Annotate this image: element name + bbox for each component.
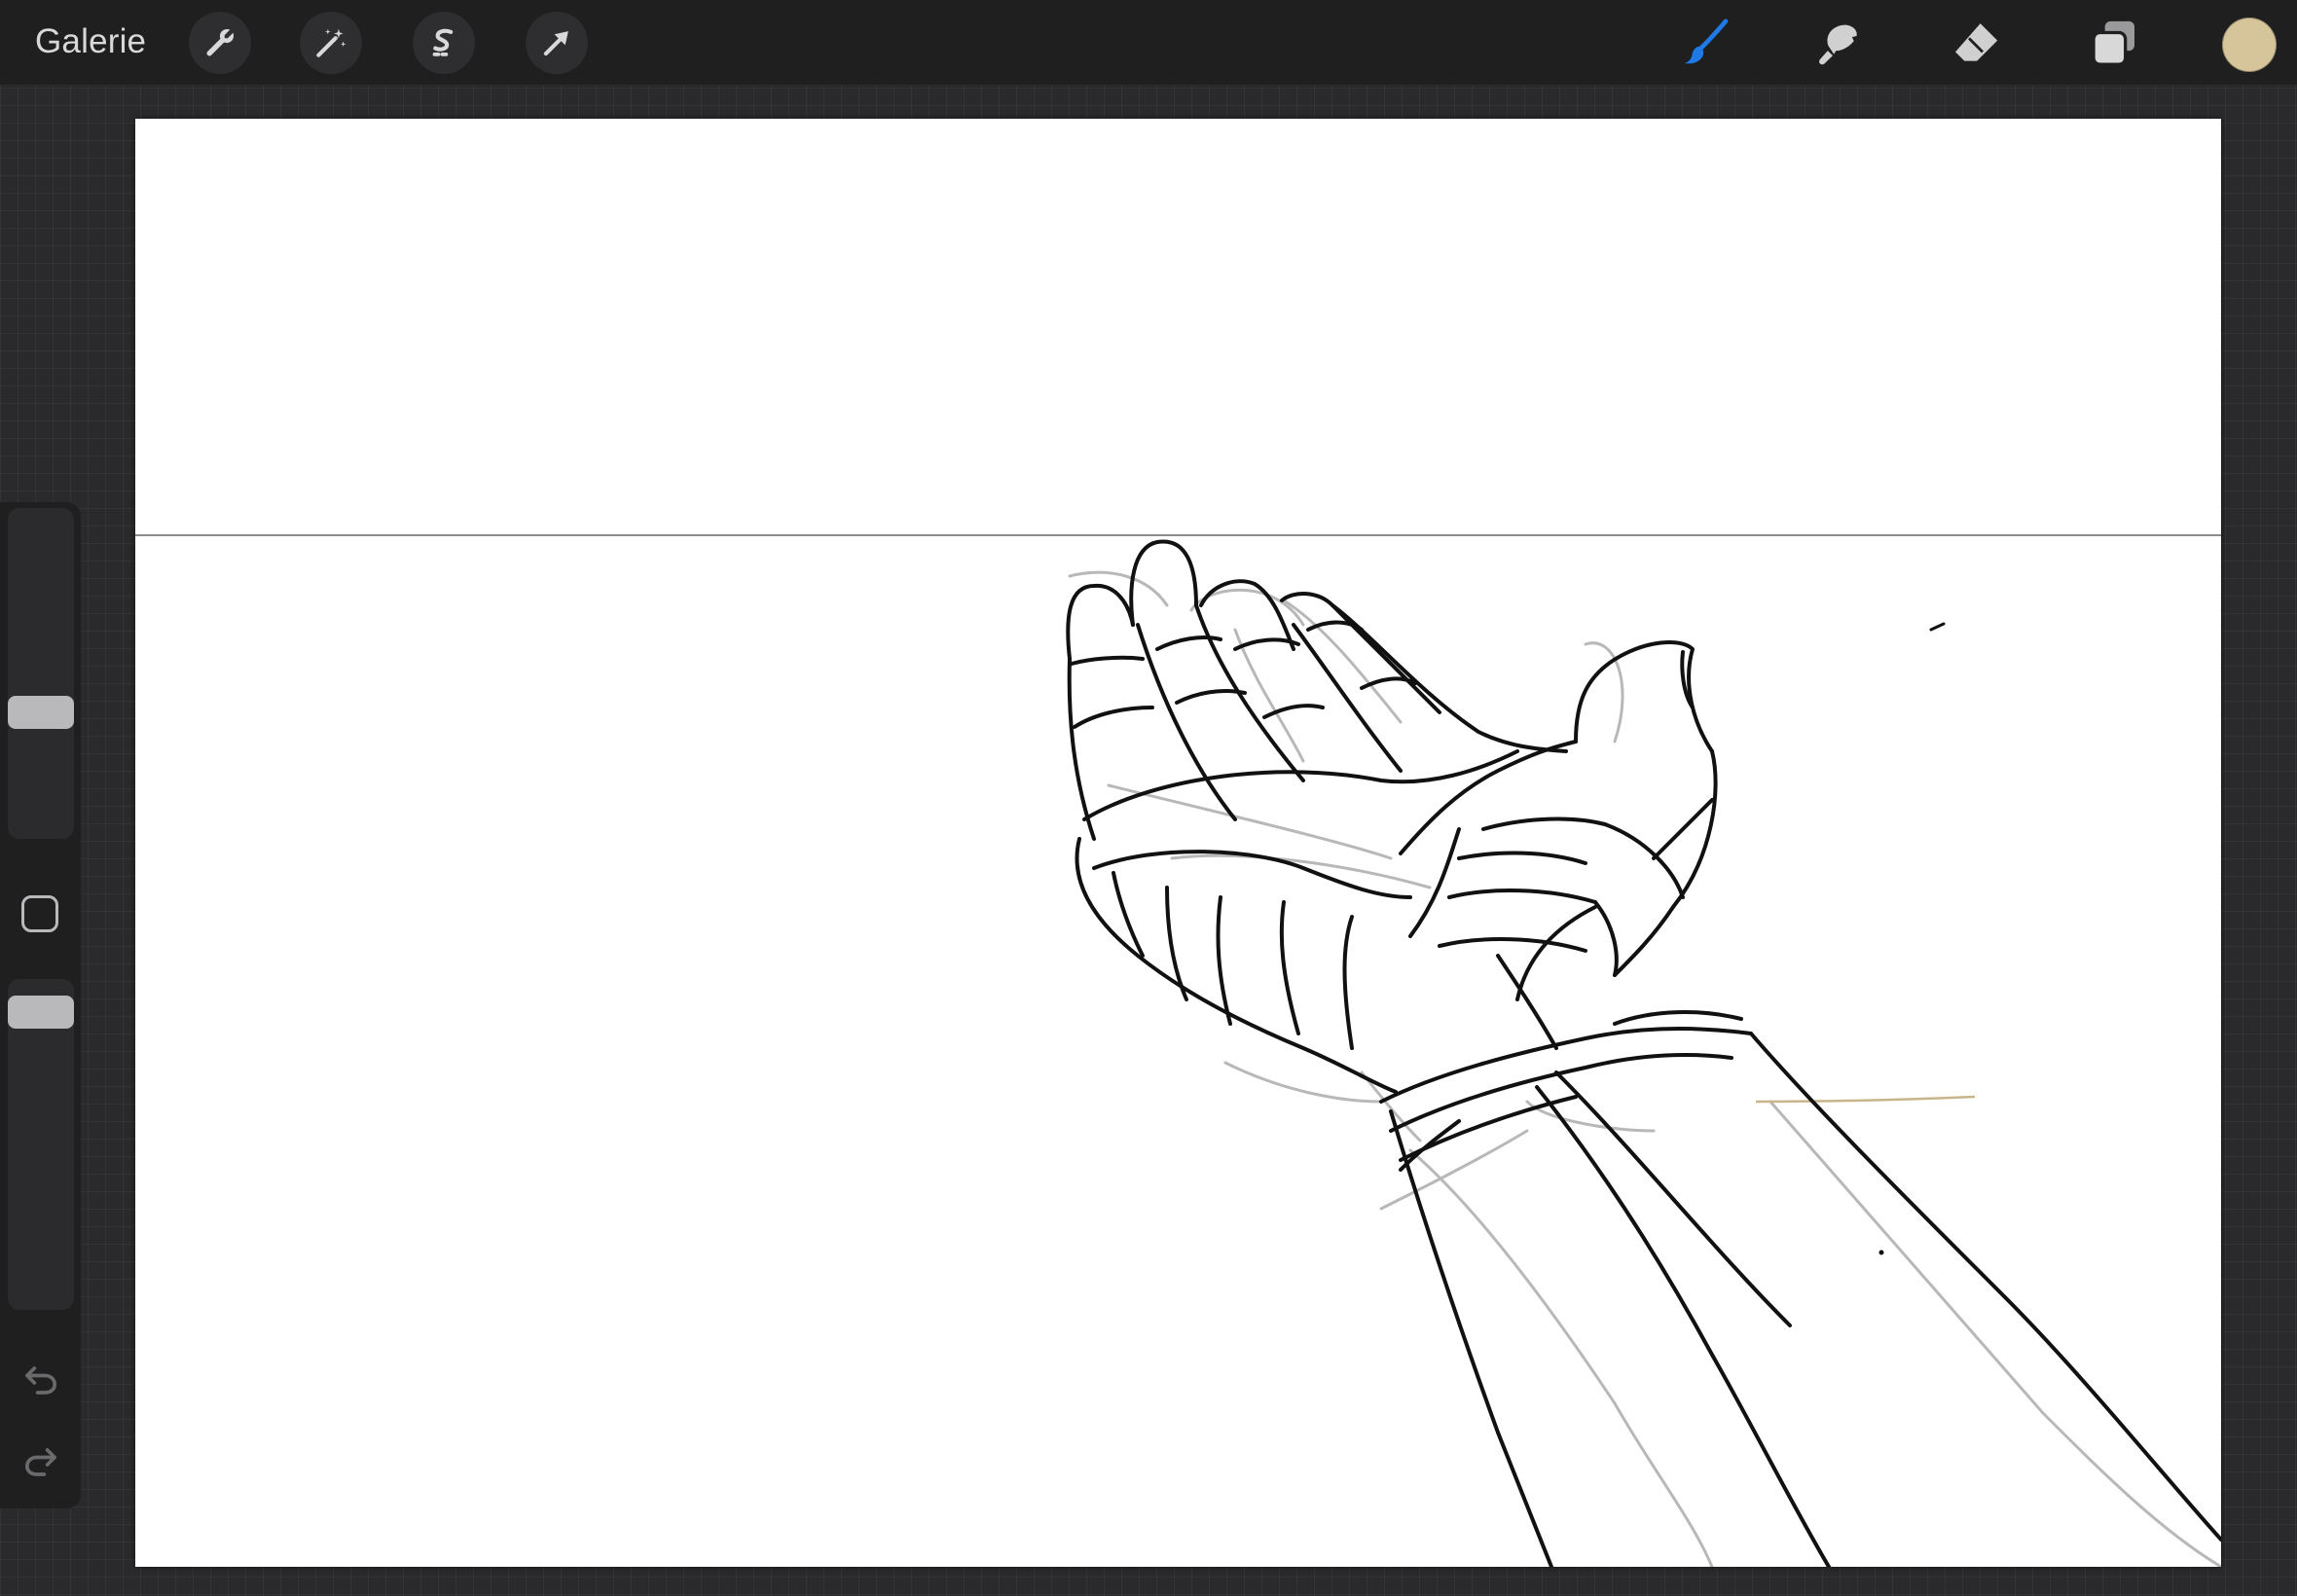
smudge-icon xyxy=(1819,24,1857,65)
top-toolbar: Galerie xyxy=(0,0,2297,85)
brush-size-thumb[interactable] xyxy=(8,696,74,729)
layers-icon xyxy=(2092,20,2134,66)
wrench-icon xyxy=(206,28,235,56)
smudge-tool-button[interactable] xyxy=(1808,12,1871,74)
modify-square-icon[interactable] xyxy=(21,895,58,932)
color-picker-button[interactable] xyxy=(2222,18,2277,72)
selection-button[interactable] xyxy=(413,12,475,74)
brush-icon xyxy=(1685,18,1729,64)
opacity-slider[interactable] xyxy=(8,979,74,1310)
eraser-tool-button[interactable] xyxy=(1945,12,2007,74)
redo-button[interactable] xyxy=(18,1436,64,1483)
brush-size-slider[interactable] xyxy=(8,508,74,839)
undo-icon xyxy=(25,1366,57,1395)
transform-button[interactable] xyxy=(526,12,588,74)
gallery-button[interactable]: Galerie xyxy=(35,18,146,66)
adjustments-button[interactable] xyxy=(300,12,362,74)
brush-tool-button[interactable] xyxy=(1674,12,1736,74)
selection-icon xyxy=(432,28,454,56)
undo-button[interactable] xyxy=(18,1355,64,1401)
left-sidebar xyxy=(0,502,81,1508)
eraser-icon xyxy=(1955,23,1998,61)
magic-wand-icon xyxy=(316,28,346,57)
transform-arrow-icon xyxy=(543,31,568,56)
drawing-canvas[interactable] xyxy=(135,119,2221,1567)
actions-button[interactable] xyxy=(189,12,251,74)
hand-sketch xyxy=(135,534,2221,1567)
layers-button[interactable] xyxy=(2083,12,2145,74)
redo-icon xyxy=(24,1448,57,1476)
opacity-thumb[interactable] xyxy=(8,996,74,1029)
